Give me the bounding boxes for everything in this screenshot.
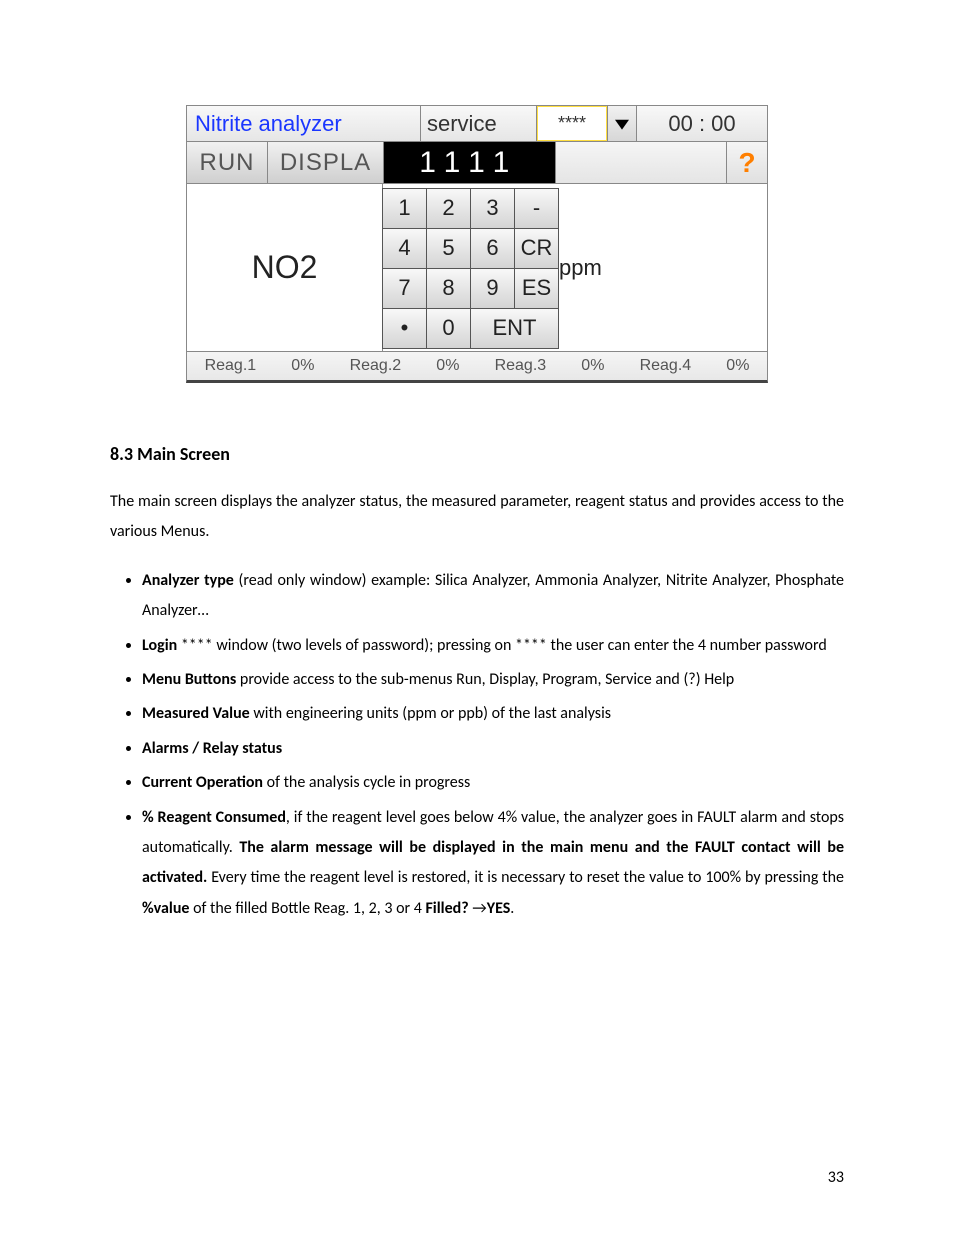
- bullet-text: (read only window) example: Silica Analy…: [142, 571, 844, 620]
- measured-parameter: NO2: [187, 184, 383, 352]
- keypad-key-0[interactable]: 0: [426, 308, 471, 349]
- reagent-1-status[interactable]: Reag.1 0%: [187, 352, 332, 380]
- reagent-status-row: Reag.1 0% Reag.2 0% Reag.3 0% Reag.4 0%: [187, 352, 767, 380]
- mode-label: service: [421, 106, 537, 142]
- chevron-down-icon: [615, 117, 629, 131]
- page-number: 33: [828, 1168, 844, 1187]
- bullet-bold: Login: [142, 636, 177, 655]
- keypad-key-6[interactable]: 6: [470, 228, 515, 269]
- bullet-text: of the filled Bottle Reag. 1, 2, 3 or 4: [189, 899, 425, 918]
- reagent-2-label: Reag.2: [350, 357, 402, 375]
- analyzer-main-row: NO2 1 2 3 - 4 5 6 CR 7 8 9 ES • 0: [187, 184, 767, 352]
- bullet-reagent-consumed: % Reagent Consumed, if the reagent level…: [142, 803, 844, 925]
- reagent-4-label: Reag.4: [640, 357, 692, 375]
- bullet-text: provide access to the sub-menus Run, Dis…: [236, 670, 734, 689]
- bullet-bold: % Reagent Consumed: [142, 808, 286, 827]
- keypad-key-cr[interactable]: CR: [514, 228, 559, 269]
- keypad-key-5[interactable]: 5: [426, 228, 471, 269]
- help-button[interactable]: ?: [726, 142, 767, 184]
- run-button[interactable]: RUN: [187, 142, 268, 184]
- bullet-bold: Filled?: [425, 899, 468, 918]
- reagent-3-value: 0%: [581, 357, 604, 375]
- keypad-key-8[interactable]: 8: [426, 268, 471, 309]
- bullet-text: →: [469, 899, 487, 918]
- analyzer-top-bar: Nitrite analyzer service **** 00 : 00: [187, 106, 767, 142]
- bullet-text: .: [510, 899, 514, 918]
- bullet-login: Login **** window (two levels of passwor…: [142, 631, 844, 661]
- keypad-key-9[interactable]: 9: [470, 268, 515, 309]
- password-dropdown-button[interactable]: [608, 106, 637, 142]
- keypad-key-es[interactable]: ES: [514, 268, 559, 309]
- bullet-analyzer-type: Analyzer type (read only window) example…: [142, 566, 844, 627]
- bullet-bold: Analyzer type: [142, 571, 234, 590]
- reagent-3-label: Reag.3: [495, 357, 547, 375]
- bullet-alarms: Alarms / Relay status: [142, 734, 844, 764]
- keypad-key-ent[interactable]: ENT: [470, 308, 559, 349]
- keypad-key-7[interactable]: 7: [382, 268, 427, 309]
- password-field[interactable]: ****: [537, 106, 608, 142]
- bullet-text: **** window (two levels of password); pr…: [177, 636, 827, 655]
- feature-list: Analyzer type (read only window) example…: [110, 566, 844, 924]
- bullet-bold: %value: [142, 899, 189, 918]
- analyzer-menu-row: RUN DISPLA 1111 ?: [187, 142, 767, 184]
- bullet-bold: Menu Buttons: [142, 670, 236, 689]
- bullet-bold: Current Operation: [142, 773, 263, 792]
- bullet-bold: YES: [487, 899, 511, 918]
- document-page: Nitrite analyzer service **** 00 : 00 RU…: [0, 0, 954, 1235]
- bullet-bold: Alarms / Relay status: [142, 739, 282, 758]
- reagent-4-status[interactable]: Reag.4 0%: [622, 352, 767, 380]
- section-heading: 8.3 Main Screen: [110, 443, 844, 465]
- bullet-bold: Measured Value: [142, 704, 250, 723]
- measured-unit: ppm: [559, 184, 767, 352]
- reagent-3-status[interactable]: Reag.3 0%: [477, 352, 622, 380]
- reagent-2-value: 0%: [436, 357, 459, 375]
- display-button[interactable]: DISPLA: [268, 142, 384, 184]
- keypad-key-1[interactable]: 1: [382, 188, 427, 229]
- bullet-text: of the analysis cycle in progress: [263, 773, 470, 792]
- bullet-current-operation: Current Operation of the analysis cycle …: [142, 768, 844, 798]
- keypad-key-4[interactable]: 4: [382, 228, 427, 269]
- section-intro: The main screen displays the analyzer st…: [110, 487, 844, 548]
- numeric-entry-display: 1111: [384, 142, 556, 184]
- keypad-key-2[interactable]: 2: [426, 188, 471, 229]
- menu-row-spacer: [556, 142, 727, 184]
- bullet-text: Every time the reagent level is restored…: [207, 868, 844, 887]
- analyzer-type-label: Nitrite analyzer: [187, 106, 421, 142]
- keypad-key-minus[interactable]: -: [514, 188, 559, 229]
- analyzer-screen: Nitrite analyzer service **** 00 : 00 RU…: [186, 105, 768, 383]
- keypad: 1 2 3 - 4 5 6 CR 7 8 9 ES • 0 ENT: [383, 184, 559, 352]
- bullet-menu-buttons: Menu Buttons provide access to the sub-m…: [142, 665, 844, 695]
- bullet-text: with engineering units (ppm or ppb) of t…: [250, 704, 611, 723]
- reagent-4-value: 0%: [726, 357, 749, 375]
- clock-display: 00 : 00: [637, 106, 767, 142]
- keypad-key-dot[interactable]: •: [382, 308, 427, 349]
- reagent-1-value: 0%: [291, 357, 314, 375]
- bullet-measured-value: Measured Value with engineering units (p…: [142, 699, 844, 729]
- reagent-1-label: Reag.1: [205, 357, 257, 375]
- keypad-key-3[interactable]: 3: [470, 188, 515, 229]
- reagent-2-status[interactable]: Reag.2 0%: [332, 352, 477, 380]
